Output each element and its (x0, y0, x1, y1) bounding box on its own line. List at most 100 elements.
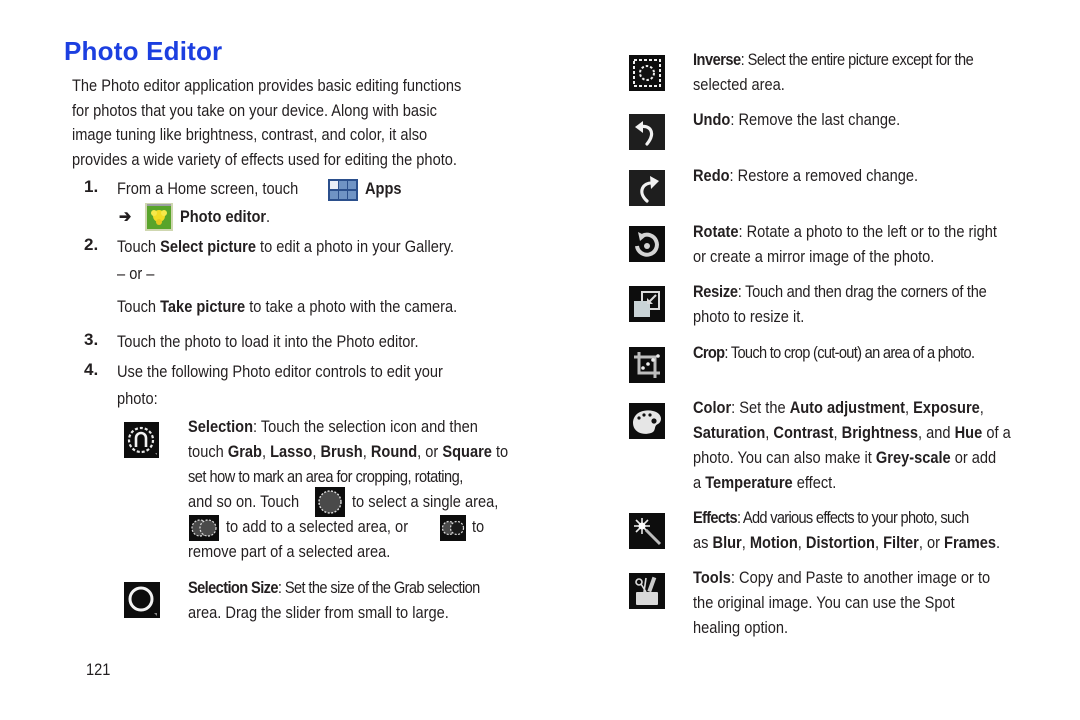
blur-label: Blur (712, 533, 742, 552)
color-l3-pre: photo. You can also make it (693, 448, 876, 467)
color-and: , and (918, 423, 955, 442)
selection-size-icon (124, 582, 160, 618)
inverse-label: Inverse (693, 50, 741, 69)
color-of-a: of a (982, 423, 1011, 442)
square-label: Square (442, 442, 492, 461)
undo-icon (629, 114, 665, 150)
step-number: 3. (84, 330, 99, 349)
step-4-text-line2: photo: (117, 389, 158, 408)
color-l4-pre: a (693, 473, 706, 492)
selection-line2-pre: touch (188, 442, 228, 461)
inverse-icon (629, 55, 665, 91)
photo-editor-app-icon (145, 203, 173, 231)
brightness-label: Brightness (841, 423, 919, 442)
selection-size-label: Selection Size (188, 578, 278, 597)
step-1-text: From a Home screen, touch (117, 179, 299, 198)
step-4-text-line1: Use the following Photo editor controls … (117, 362, 443, 381)
effects-text: : Add various effects to your photo, suc… (736, 508, 969, 527)
selection-line5-post: to (472, 517, 485, 536)
effects-l2-pre: as (693, 533, 713, 552)
tools-line3: healing option. (693, 618, 789, 637)
resize-icon (629, 286, 665, 322)
resize-text: : Touch and then drag the corners of the (737, 282, 987, 301)
page-number: 121 (86, 660, 111, 679)
magic-wand-icon (629, 513, 665, 549)
step-2-pre: Touch (117, 237, 161, 256)
color-l4-post: effect. (792, 473, 837, 492)
frames-label: Frames (944, 533, 997, 552)
color-l1-pre: : Set the (731, 398, 790, 417)
selection-line4-post: to select a single area, (352, 492, 499, 511)
step-number: 2. (84, 235, 99, 254)
inverse-line1: Inverse: Select the entire picture excep… (693, 47, 974, 72)
effects-label: Effects (693, 508, 738, 527)
effects-end: . (996, 533, 1001, 552)
step-2-alt-post: to take a photo with the camera. (245, 297, 458, 316)
selection-desc-line3: set how to mark an area for cropping, ro… (188, 467, 463, 486)
add-area-icon (189, 515, 219, 541)
selection-icon (124, 422, 159, 458)
resize-label: Resize (693, 282, 738, 301)
step-2-alt-pre: Touch (117, 297, 161, 316)
redo-label: Redo (693, 166, 730, 185)
tools-line1: Tools: Copy and Paste to another image o… (693, 565, 990, 590)
inverse-text: : Select the entire picture except for t… (740, 50, 974, 69)
exposure-label: Exposure (913, 398, 980, 417)
step-2-text: Touch Select picture to edit a photo in … (117, 234, 454, 259)
effects-or: , or (918, 533, 945, 552)
tools-text: : Copy and Paste to another image or to (730, 568, 991, 587)
selection-line1: : Touch the selection icon and then (253, 417, 478, 436)
tools-line2: the original image. You can use the Spot (693, 593, 955, 612)
color-line2: Saturation, Contrast, Brightness, and Hu… (693, 423, 1011, 442)
rotate-line2: or create a mirror image of the photo. (693, 247, 935, 266)
selection-size-line2: area. Drag the slider from small to larg… (188, 603, 449, 622)
lasso-label: Lasso (270, 442, 313, 461)
motion-label: Motion (749, 533, 798, 552)
effects-line1: Effects: Add various effects to your pho… (693, 505, 969, 530)
selection-size-line1: Selection Size: Set the size of the Grab… (188, 575, 480, 600)
photo-editor-label: Photo editor (180, 207, 267, 226)
crop-line1: Crop: Touch to crop (cut-out) an area of… (693, 340, 975, 365)
undo-text: : Remove the last change. (730, 110, 901, 129)
redo-icon (629, 170, 665, 206)
step-number: 1. (84, 177, 99, 196)
selection-line4-pre: and so on. Touch (188, 492, 300, 511)
rotate-label: Rotate (693, 222, 739, 241)
selection-label: Selection (188, 417, 254, 436)
step-1-period: . (266, 207, 271, 226)
grab-label: Grab (227, 442, 262, 461)
auto-adjustment-label: Auto adjustment (789, 398, 906, 417)
color-l3-post: or add (950, 448, 997, 467)
single-area-icon (315, 487, 345, 517)
crop-text: : Touch to crop (cut-out) an area of a p… (724, 343, 975, 362)
arrow-icon: ➔ (119, 207, 132, 226)
hue-label: Hue (954, 423, 983, 442)
rotate-icon (629, 226, 665, 262)
intro-paragraph: The Photo editor application provides ba… (72, 76, 462, 169)
undo-label: Undo (693, 110, 731, 129)
rotate-line1: Rotate: Rotate a photo to the left or to… (693, 219, 997, 244)
crop-label: Crop (693, 343, 725, 362)
resize-line2: photo to resize it. (693, 307, 805, 326)
redo-line1: Redo: Restore a removed change. (693, 163, 918, 188)
step-2-post: to edit a photo in your Gallery. (255, 237, 454, 256)
grey-scale-label: Grey-scale (875, 448, 951, 467)
selection-size-text: : Set the size of the Grab selection (277, 578, 480, 597)
selection-desc-line1: Selection: Touch the selection icon and … (188, 414, 478, 439)
or-separator: – or – (117, 264, 155, 283)
apps-label: Apps (365, 179, 402, 198)
rotate-text: : Rotate a photo to the left or to the r… (738, 222, 997, 241)
step-3-text: Touch the photo to load it into the Phot… (117, 332, 419, 351)
page-title: Photo Editor (64, 36, 223, 66)
resize-line1: Resize: Touch and then drag the corners … (693, 279, 987, 304)
color-line3: photo. You can also make it Grey-scale o… (693, 445, 996, 470)
selection-or: , or (417, 442, 443, 461)
inverse-line2: selected area. (693, 75, 785, 94)
step-number: 4. (84, 360, 99, 379)
brush-label: Brush (320, 442, 363, 461)
apps-grid-icon (328, 179, 358, 201)
tools-label: Tools (693, 568, 731, 587)
round-label: Round (370, 442, 418, 461)
color-line1: Color: Set the Auto adjustment, Exposure… (693, 398, 984, 417)
distortion-label: Distortion (805, 533, 875, 552)
